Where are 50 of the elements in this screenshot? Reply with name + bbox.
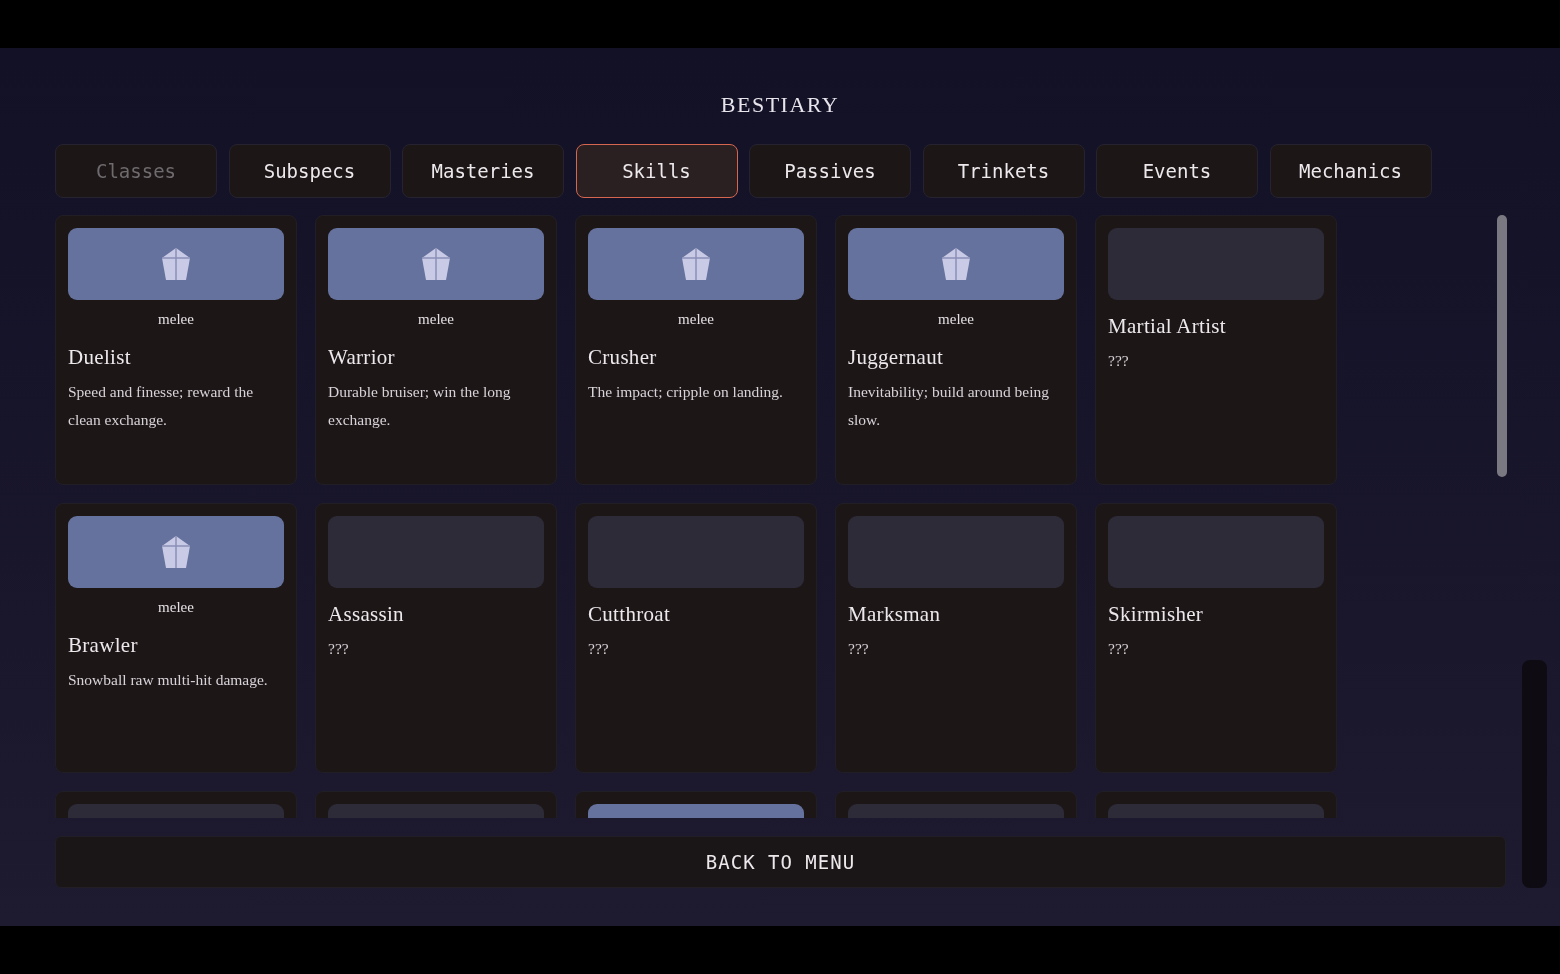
card-description: The impact; cripple on landing.: [588, 382, 784, 402]
card-description: ???: [328, 639, 350, 659]
card[interactable]: Marksman ???: [835, 503, 1077, 773]
card[interactable]: melee Crusher The impact; cripple on landing.: [575, 215, 817, 485]
tab[interactable]: Passives: [749, 144, 911, 198]
card-description: Speed and finesse; reward the clean exchange.: [68, 382, 255, 430]
gem-icon: [681, 247, 711, 281]
card-description: Snowball raw multi-hit damage.: [68, 670, 269, 690]
tab[interactable]: Subspecs: [228, 144, 391, 198]
card-title: Juggernaut: [848, 345, 945, 370]
card-title: Brawler: [68, 633, 139, 658]
card[interactable]: Assassin ???: [315, 503, 557, 773]
card-description: ???: [848, 639, 870, 659]
card-title: Crusher: [588, 345, 658, 370]
card-tag: melee: [848, 311, 1064, 331]
card[interactable]: melee Brawler Snowball raw multi-hit damage.: [55, 503, 297, 773]
gem-icon: [161, 535, 191, 569]
card-title: Warrior: [328, 345, 396, 370]
card-description: Inevitability; build around being slow.: [848, 382, 1051, 430]
tab[interactable]: Trinkets: [922, 144, 1085, 198]
card-title: Assassin: [328, 602, 405, 627]
card-title: Duelist: [68, 345, 132, 370]
gem-icon: [421, 247, 451, 281]
card[interactable]: Skirmisher ???: [1095, 503, 1337, 773]
back-to-menu-button[interactable]: BACK TO MENU: [55, 836, 1506, 888]
card[interactable]: Martial Artist ???: [1095, 215, 1337, 485]
card-title: Martial Artist: [1108, 314, 1227, 339]
card-tag: melee: [588, 311, 804, 331]
card[interactable]: melee Juggernaut Inevitability; build around being slow.: [835, 215, 1077, 485]
tab[interactable]: Skills: [575, 144, 738, 198]
scrollbar-thumb[interactable]: [1497, 215, 1507, 477]
tab[interactable]: Masteries: [402, 144, 564, 198]
card-description: Durable bruiser; win the long exchange.: [328, 382, 512, 430]
card[interactable]: Cutthroat ???: [575, 503, 817, 773]
tab[interactable]: Events: [1096, 144, 1258, 198]
card[interactable]: melee Duelist Speed and finesse; reward the clean exchange.: [55, 215, 297, 485]
card-tag: melee: [328, 311, 544, 331]
tab[interactable]: Mechanics: [1269, 144, 1432, 198]
card-tag: melee: [68, 599, 284, 619]
card-title: Cutthroat: [588, 602, 672, 627]
card[interactable]: melee Warrior Durable bruiser; win the long exchange.: [315, 215, 557, 485]
card-description: ???: [588, 639, 610, 659]
gem-icon: [161, 247, 191, 281]
page-title: BESTIARY: [719, 92, 841, 119]
card-description: ???: [1108, 351, 1130, 371]
gem-icon: [941, 247, 971, 281]
card-title: Skirmisher: [1108, 602, 1205, 627]
card-title: Marksman: [848, 602, 942, 627]
card-description: ???: [1108, 639, 1130, 659]
card-tag: melee: [68, 311, 284, 331]
